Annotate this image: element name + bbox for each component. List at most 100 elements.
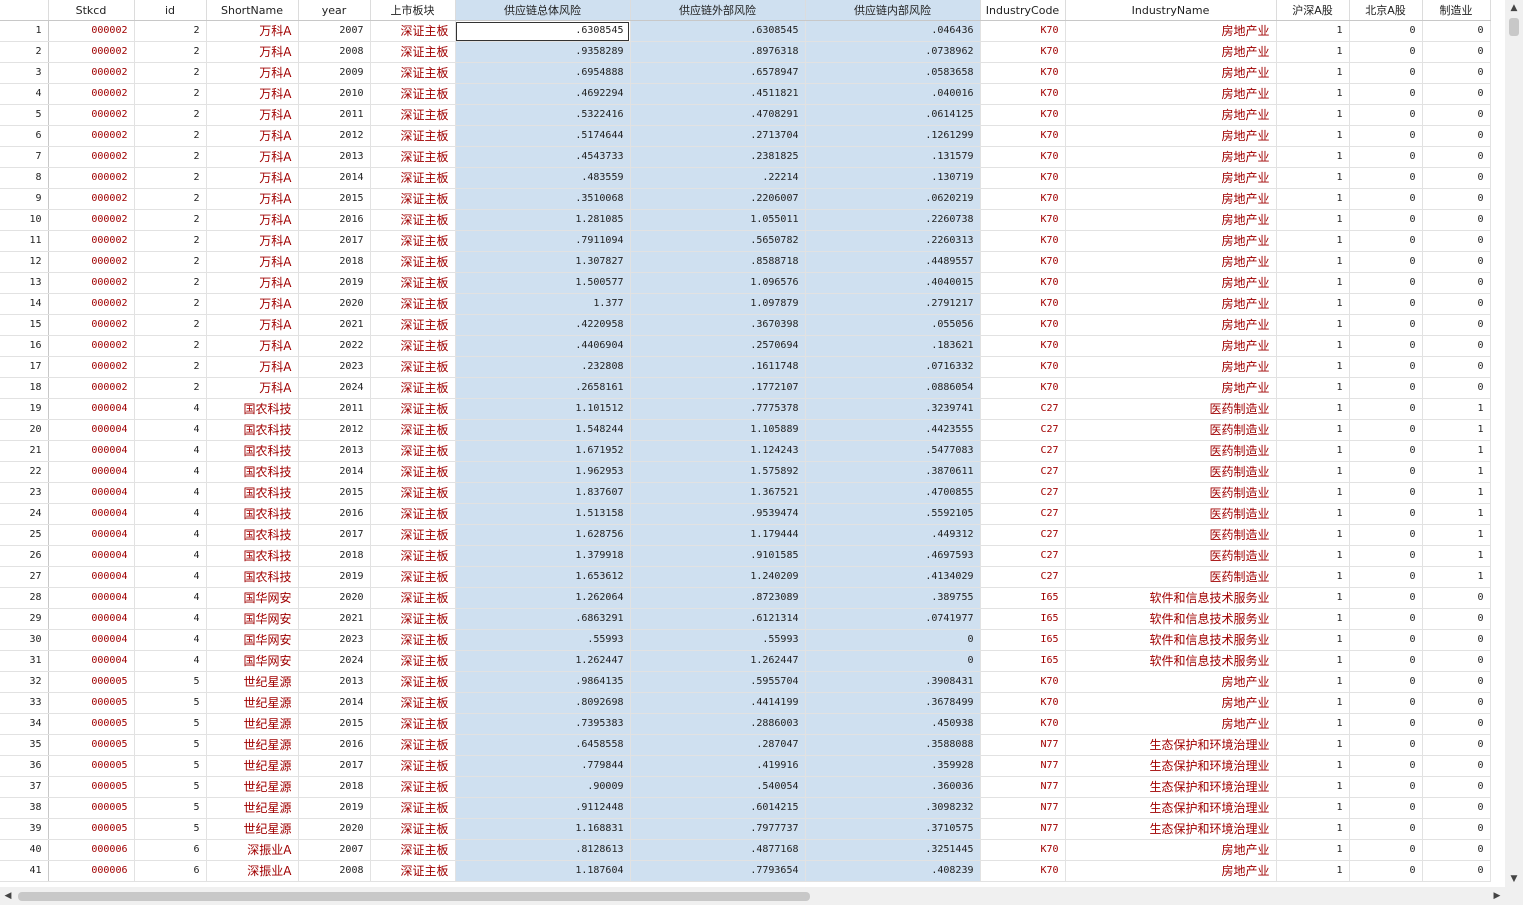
cell-stkcd[interactable]: 000006	[48, 860, 135, 882]
cell-shortname[interactable]: 万科A	[206, 62, 299, 84]
cell-industryname[interactable]: 医药制造业	[1065, 461, 1277, 483]
cell-total-risk[interactable]: .6458558	[455, 734, 631, 756]
cell-manufacturing[interactable]: 0	[1422, 272, 1491, 294]
cell-shortname[interactable]: 国农科技	[206, 419, 299, 441]
cell-beijing-a[interactable]: 0	[1349, 503, 1423, 525]
cell-board[interactable]: 深证主板	[370, 671, 456, 693]
cell-year[interactable]: 2019	[298, 797, 371, 819]
cell-manufacturing[interactable]: 0	[1422, 776, 1491, 798]
cell-stkcd[interactable]: 000004	[48, 398, 135, 420]
cell-total-risk[interactable]: .5174644	[455, 125, 631, 147]
cell-manufacturing[interactable]: 0	[1422, 629, 1491, 651]
cell-stkcd[interactable]: 000005	[48, 776, 135, 798]
cell-beijing-a[interactable]: 0	[1349, 650, 1423, 672]
cell-industrycode[interactable]: C27	[980, 503, 1066, 525]
cell-internal-risk[interactable]: .2791217	[805, 293, 981, 315]
cell-stkcd[interactable]: 000002	[48, 293, 135, 315]
cell-id[interactable]: 6	[134, 839, 207, 861]
cell-industrycode[interactable]: C27	[980, 566, 1066, 588]
row-number[interactable]: 3	[0, 62, 49, 84]
cell-industrycode[interactable]: K70	[980, 41, 1066, 63]
cell-manufacturing[interactable]: 0	[1422, 692, 1491, 714]
cell-id[interactable]: 2	[134, 377, 207, 399]
cell-year[interactable]: 2015	[298, 713, 371, 735]
row-number[interactable]: 19	[0, 398, 49, 420]
cell-manufacturing[interactable]: 1	[1422, 461, 1491, 483]
cell-shortname[interactable]: 国农科技	[206, 566, 299, 588]
cell-internal-risk[interactable]: .360036	[805, 776, 981, 798]
cell-beijing-a[interactable]: 0	[1349, 545, 1423, 567]
cell-manufacturing[interactable]: 0	[1422, 20, 1491, 42]
cell-year[interactable]: 2015	[298, 482, 371, 504]
cell-stkcd[interactable]: 000002	[48, 272, 135, 294]
cell-internal-risk[interactable]: .3239741	[805, 398, 981, 420]
cell-board[interactable]: 深证主板	[370, 545, 456, 567]
cell-total-risk[interactable]: .8128613	[455, 839, 631, 861]
cell-board[interactable]: 深证主板	[370, 167, 456, 189]
cell-id[interactable]: 2	[134, 104, 207, 126]
cell-stkcd[interactable]: 000002	[48, 20, 135, 42]
cell-year[interactable]: 2014	[298, 692, 371, 714]
cell-industrycode[interactable]: C27	[980, 545, 1066, 567]
cell-year[interactable]: 2023	[298, 629, 371, 651]
cell-total-risk[interactable]: 1.101512	[455, 398, 631, 420]
cell-id[interactable]: 5	[134, 776, 207, 798]
cell-board[interactable]: 深证主板	[370, 251, 456, 273]
cell-total-risk[interactable]: 1.653612	[455, 566, 631, 588]
cell-hushen-a[interactable]: 1	[1276, 650, 1350, 672]
cell-beijing-a[interactable]: 0	[1349, 20, 1423, 42]
cell-internal-risk[interactable]: .389755	[805, 587, 981, 609]
cell-id[interactable]: 4	[134, 566, 207, 588]
cell-board[interactable]: 深证主板	[370, 335, 456, 357]
cell-stkcd[interactable]: 000004	[48, 545, 135, 567]
cell-year[interactable]: 2016	[298, 209, 371, 231]
cell-industryname[interactable]: 房地产业	[1065, 692, 1277, 714]
cell-industrycode[interactable]: N77	[980, 797, 1066, 819]
cell-id[interactable]: 4	[134, 524, 207, 546]
cell-total-risk[interactable]: .7395383	[455, 713, 631, 735]
cell-internal-risk[interactable]: .2260313	[805, 230, 981, 252]
cell-shortname[interactable]: 世纪星源	[206, 692, 299, 714]
row-number[interactable]: 18	[0, 377, 49, 399]
cell-total-risk[interactable]: .7911094	[455, 230, 631, 252]
cell-manufacturing[interactable]: 0	[1422, 377, 1491, 399]
cell-beijing-a[interactable]: 0	[1349, 83, 1423, 105]
cell-beijing-a[interactable]: 0	[1349, 776, 1423, 798]
cell-industrycode[interactable]: K70	[980, 293, 1066, 315]
cell-shortname[interactable]: 世纪星源	[206, 713, 299, 735]
cell-id[interactable]: 2	[134, 230, 207, 252]
cell-hushen-a[interactable]: 1	[1276, 629, 1350, 651]
cell-external-risk[interactable]: .540054	[630, 776, 806, 798]
cell-industrycode[interactable]: N77	[980, 755, 1066, 777]
cell-manufacturing[interactable]: 0	[1422, 818, 1491, 840]
cell-hushen-a[interactable]: 1	[1276, 230, 1350, 252]
cell-manufacturing[interactable]: 0	[1422, 671, 1491, 693]
row-number[interactable]: 33	[0, 692, 49, 714]
cell-manufacturing[interactable]: 1	[1422, 440, 1491, 462]
cell-hushen-a[interactable]: 1	[1276, 188, 1350, 210]
cell-manufacturing[interactable]: 0	[1422, 335, 1491, 357]
cell-total-risk[interactable]: .5322416	[455, 104, 631, 126]
cell-industryname[interactable]: 房地产业	[1065, 860, 1277, 882]
column-header-manufacturing[interactable]: 制造业	[1422, 0, 1491, 21]
cell-total-risk[interactable]: 1.168831	[455, 818, 631, 840]
cell-manufacturing[interactable]: 0	[1422, 587, 1491, 609]
cell-year[interactable]: 2013	[298, 440, 371, 462]
cell-year[interactable]: 2013	[298, 146, 371, 168]
cell-hushen-a[interactable]: 1	[1276, 482, 1350, 504]
cell-industrycode[interactable]: K70	[980, 209, 1066, 231]
cell-industryname[interactable]: 生态保护和环境治理业	[1065, 755, 1277, 777]
column-header-beijing-a[interactable]: 北京A股	[1349, 0, 1423, 21]
cell-industrycode[interactable]: I65	[980, 608, 1066, 630]
row-number[interactable]: 38	[0, 797, 49, 819]
cell-stkcd[interactable]: 000002	[48, 125, 135, 147]
cell-board[interactable]: 深证主板	[370, 629, 456, 651]
cell-internal-risk[interactable]: .131579	[805, 146, 981, 168]
cell-id[interactable]: 4	[134, 461, 207, 483]
cell-internal-risk[interactable]: .0738962	[805, 41, 981, 63]
cell-shortname[interactable]: 世纪星源	[206, 797, 299, 819]
row-number[interactable]: 7	[0, 146, 49, 168]
cell-stkcd[interactable]: 000004	[48, 482, 135, 504]
cell-industrycode[interactable]: K70	[980, 104, 1066, 126]
row-number[interactable]: 13	[0, 272, 49, 294]
